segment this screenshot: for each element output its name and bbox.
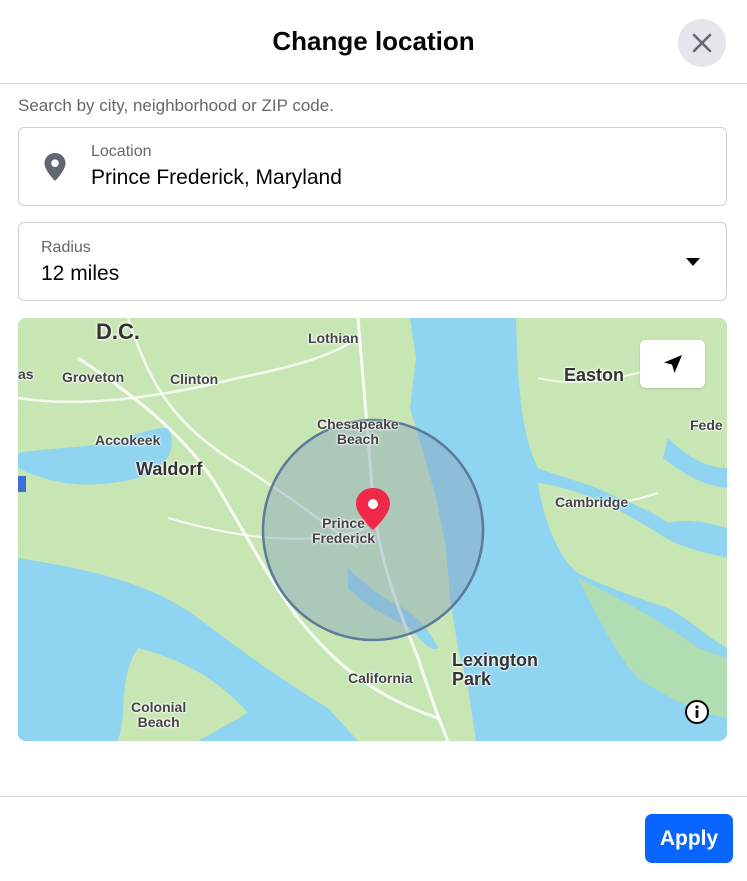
map-label-lothian: Lothian	[308, 330, 359, 346]
map-label-fede: Fede	[690, 417, 723, 433]
map-label-waldorf: Waldorf	[136, 459, 203, 479]
info-icon[interactable]	[684, 699, 710, 725]
map-pin-icon	[44, 153, 66, 181]
radius-label: Radius	[41, 239, 91, 256]
map-label-cambridge: Cambridge	[555, 494, 629, 510]
map-label-lexington-park-line1: Lexington	[452, 650, 538, 670]
map-label-chesapeake-beach-line2: Beach	[336, 430, 379, 447]
map-label-prince-frederick-line1: Prince	[322, 515, 365, 531]
map-label-as: as	[18, 366, 34, 382]
location-input[interactable]: Location Prince Frederick, Maryland	[18, 127, 727, 206]
location-label: Location	[91, 143, 152, 160]
close-button[interactable]	[678, 19, 726, 67]
map-label-chesapeake-beach: Chesapeake Beach	[317, 417, 399, 446]
close-icon	[692, 33, 712, 53]
caret-down-icon	[686, 258, 700, 266]
map-label-colonial-beach-line1: Colonial	[131, 699, 187, 715]
map-label-accokeek: Accokeek	[95, 432, 161, 448]
map-label-easton: Easton	[564, 365, 625, 385]
map-label-clinton: Clinton	[170, 371, 219, 387]
map-label-colonial-beach: Colonial Beach	[131, 700, 186, 729]
map-label-colonial-beach-line2: Beach	[137, 713, 180, 730]
location-value[interactable]: Prince Frederick, Maryland	[91, 166, 342, 190]
dialog-footer: Apply	[0, 796, 747, 881]
map-label-lexington-park: Lexington Park	[452, 651, 538, 689]
map-label-dc: D.C.	[96, 319, 140, 344]
map-label-lexington-park-line2: Park	[452, 668, 492, 689]
search-hint: Search by city, neighborhood or ZIP code…	[18, 96, 334, 115]
dialog-title: Change location	[272, 26, 475, 56]
map-label-chesapeake-beach-line1: Chesapeake	[317, 416, 399, 432]
change-location-dialog: Change location Search by city, neighbor…	[0, 0, 747, 881]
map-view[interactable]: D.C. Lothian as Groveton Clinton Easton …	[18, 318, 727, 741]
radius-value: 12 miles	[41, 262, 120, 285]
map-label-prince-frederick: Prince Frederick	[312, 516, 375, 545]
dialog-header: Change location	[0, 0, 747, 84]
apply-button[interactable]: Apply	[645, 814, 733, 863]
radius-select[interactable]: Radius 12 miles	[18, 222, 727, 301]
current-location-button[interactable]	[640, 340, 705, 388]
map-label-groveton: Groveton	[62, 369, 125, 385]
navigation-arrow-icon	[663, 355, 682, 373]
map-label-prince-frederick-line2: Frederick	[312, 529, 376, 546]
map-label-california: California	[348, 670, 413, 686]
